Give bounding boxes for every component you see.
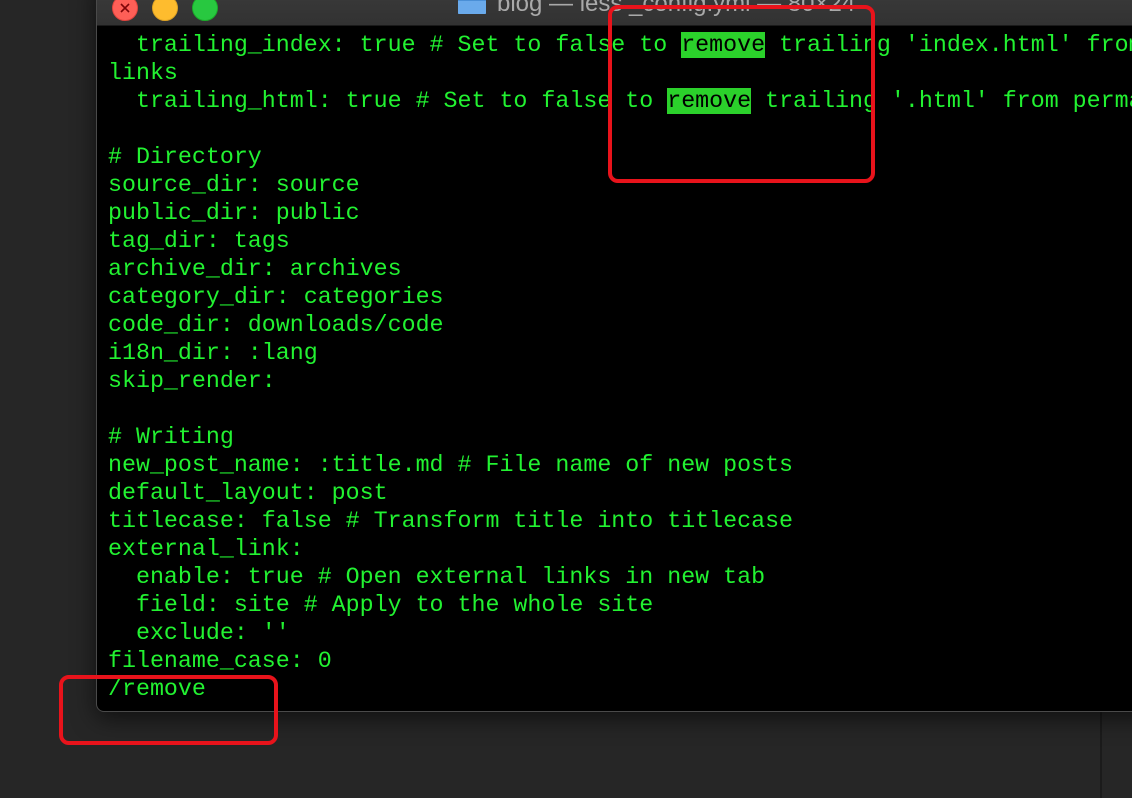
terminal-line: trailing_index: true # Set to false to r… xyxy=(108,32,1132,58)
terminal-window: blog — less _config.yml — 80×24 trailing… xyxy=(96,0,1132,712)
terminal-line: source_dir: source xyxy=(108,172,360,198)
terminal-line: links xyxy=(108,60,178,86)
terminal-line: i18n_dir: :lang xyxy=(108,340,318,366)
terminal-line: default_layout: post xyxy=(108,480,388,506)
terminal-line: new_post_name: :title.md # File name of … xyxy=(108,452,794,478)
title-bar[interactable]: blog — less _config.yml — 80×24 xyxy=(97,0,1132,26)
terminal-line: enable: true # Open external links in ne… xyxy=(108,564,766,590)
minimize-button[interactable] xyxy=(152,0,178,21)
folder-icon xyxy=(458,0,486,14)
close-button[interactable] xyxy=(112,0,138,21)
search-match-highlight: remove xyxy=(681,32,766,58)
search-prompt-line: /remove xyxy=(108,676,206,702)
terminal-line: # Writing xyxy=(108,424,234,450)
window-title-text: blog — less _config.yml — 80×24 xyxy=(497,0,856,17)
terminal-line: category_dir: categories xyxy=(108,284,444,310)
zoom-button[interactable] xyxy=(192,0,218,21)
terminal-line: exclude: '' xyxy=(108,620,290,646)
terminal-line: filename_case: 0 xyxy=(108,648,332,674)
terminal-line: field: site # Apply to the whole site xyxy=(108,592,654,618)
terminal-line: public_dir: public xyxy=(108,200,360,226)
window-title: blog — less _config.yml — 80×24 xyxy=(457,0,855,19)
terminal-line: # Directory xyxy=(108,144,262,170)
terminal-line: external_link: xyxy=(108,536,304,562)
terminal-line: skip_render: xyxy=(108,368,276,394)
terminal-content[interactable]: trailing_index: true # Set to false to r… xyxy=(108,31,1132,703)
search-match-highlight: remove xyxy=(667,88,752,114)
terminal-line: code_dir: downloads/code xyxy=(108,312,444,338)
terminal-line: archive_dir: archives xyxy=(108,256,402,282)
close-x-icon xyxy=(120,3,130,13)
terminal-line: trailing_html: true # Set to false to re… xyxy=(108,88,1132,114)
terminal-line: titlecase: false # Transform title into … xyxy=(108,508,794,534)
desktop-background xyxy=(1100,710,1102,798)
terminal-line: tag_dir: tags xyxy=(108,228,290,254)
